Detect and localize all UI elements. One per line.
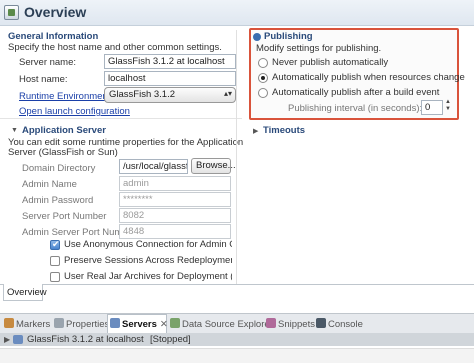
tab-markers-label: Markers xyxy=(16,319,51,330)
tab-markers[interactable]: Markers xyxy=(4,318,50,330)
general-info-title: General Information xyxy=(8,31,99,42)
server-overview-icon xyxy=(4,5,19,20)
domain-directory-input[interactable]: /usr/local/glassfish xyxy=(119,159,188,174)
preserve-sessions-label: Preserve Sessions Across Redeployment xyxy=(64,255,232,266)
tab-servers[interactable]: Servers ✕ xyxy=(110,318,168,330)
tab-data-source-label: Data Source Explorer xyxy=(182,319,273,330)
anonymous-connection-label: Use Anonymous Connection for Admin Comma… xyxy=(64,239,232,250)
host-name-input[interactable]: localhost xyxy=(104,71,236,86)
tab-console-label: Console xyxy=(328,319,363,330)
publish-on-change-radio[interactable] xyxy=(258,73,268,83)
server-name-input[interactable]: GlassFish 3.1.2 at localhost xyxy=(104,54,236,69)
admin-password-input[interactable]: ******** xyxy=(119,192,231,207)
tab-data-source-explorer[interactable]: Data Source Explorer xyxy=(170,318,273,330)
column-divider xyxy=(236,30,237,285)
server-row-name: GlassFish 3.1.2 at localhost xyxy=(27,334,144,345)
close-icon[interactable]: ✕ xyxy=(160,319,168,330)
runtime-environment-select[interactable]: GlassFish 3.1.2 ▴▾ xyxy=(104,87,236,103)
server-port-label: Server Port Number xyxy=(22,211,107,222)
publish-on-change-label: Automatically publish when resources cha… xyxy=(272,72,465,83)
publishing-title: Publishing xyxy=(264,31,313,42)
runtime-environment-link[interactable]: Runtime Environment: xyxy=(19,91,113,102)
application-server-title: Application Server xyxy=(22,125,106,136)
preserve-sessions-checkbox[interactable] xyxy=(50,256,60,266)
expand-triangle-icon[interactable]: ▼ xyxy=(11,127,18,134)
admin-name-input[interactable]: admin xyxy=(119,176,231,191)
publishing-desc: Modify settings for publishing. xyxy=(256,43,382,54)
timeouts-title[interactable]: Timeouts xyxy=(263,125,305,136)
tab-properties[interactable]: Properties xyxy=(54,318,109,330)
server-icon xyxy=(13,335,23,344)
host-name-label: Host name: xyxy=(19,74,68,85)
tab-servers-label: Servers xyxy=(122,319,157,330)
interval-stepper-icon[interactable]: ▲ ▼ xyxy=(445,99,453,115)
domain-directory-label: Domain Directory xyxy=(22,163,96,174)
data-source-icon xyxy=(170,318,180,328)
admin-password-label: Admin Password xyxy=(22,195,94,206)
publishing-interval-label: Publishing interval (in seconds): xyxy=(288,103,423,114)
properties-icon xyxy=(54,318,64,328)
never-publish-label: Never publish automatically xyxy=(272,57,389,68)
console-icon xyxy=(316,318,326,328)
divider xyxy=(0,118,242,119)
editor-tab-label: Overview xyxy=(7,287,47,298)
tab-snippets[interactable]: Snippets xyxy=(266,318,315,330)
never-publish-radio[interactable] xyxy=(258,58,268,68)
server-row-status: [Stopped] xyxy=(150,334,191,345)
anonymous-connection-checkbox[interactable] xyxy=(50,239,60,250)
runtime-environment-value: GlassFish 3.1.2 xyxy=(109,89,175,100)
tab-properties-label: Properties xyxy=(66,319,110,330)
editor-tab-overview[interactable]: Overview xyxy=(3,284,47,301)
tab-console[interactable]: Console xyxy=(316,318,363,330)
expand-arrow-icon[interactable]: ▶ xyxy=(4,335,10,344)
open-launch-configuration-link[interactable]: Open launch configuration xyxy=(19,106,130,117)
snippets-icon xyxy=(266,318,276,328)
page-title: Overview xyxy=(24,4,87,20)
admin-port-input[interactable]: 4848 xyxy=(119,224,231,239)
admin-name-label: Admin Name xyxy=(22,179,77,190)
horizontal-scrollbar[interactable] xyxy=(0,348,474,363)
publishing-interval-input[interactable]: 0 xyxy=(421,100,443,115)
chevron-updown-icon: ▴▾ xyxy=(223,89,232,98)
server-port-input[interactable]: 8082 xyxy=(119,208,231,223)
real-jar-archives-label: User Real Jar Archives for Deployment (s… xyxy=(64,271,232,282)
collapse-circle-icon[interactable] xyxy=(253,33,261,41)
real-jar-archives-checkbox[interactable] xyxy=(50,272,60,282)
publish-after-build-label: Automatically publish after a build even… xyxy=(272,87,440,98)
expand-triangle-right-icon[interactable]: ▶ xyxy=(253,127,258,135)
browse-button[interactable]: Browse... xyxy=(191,158,236,174)
servers-icon xyxy=(110,318,120,328)
publish-after-build-radio[interactable] xyxy=(258,88,268,98)
general-info-desc: Specify the host name and other common s… xyxy=(8,42,222,53)
tab-snippets-label: Snippets xyxy=(278,319,315,330)
markers-icon xyxy=(4,318,14,328)
server-name-label: Server name: xyxy=(19,57,77,68)
app-server-desc-line2: Server (GlassFish or Sun) xyxy=(8,147,118,158)
editor-tab-border xyxy=(0,284,474,285)
